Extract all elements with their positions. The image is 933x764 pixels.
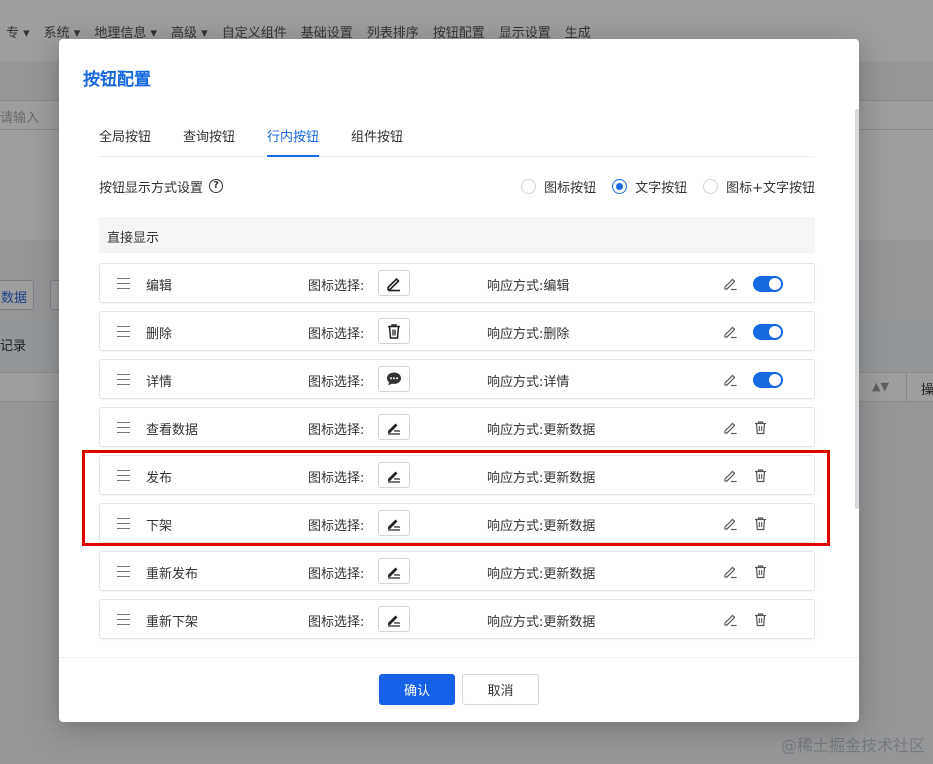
response-text: 响应方式:详情 — [487, 371, 569, 390]
confirm-button[interactable]: 确认 — [379, 674, 455, 705]
radio-icon-button[interactable]: 图标按钮 — [521, 177, 596, 196]
response-value: 详情 — [543, 375, 570, 390]
display-setting-label: 按钮显示方式设置 — [99, 180, 204, 196]
icon-select-button[interactable] — [378, 606, 410, 632]
edit-icon[interactable] — [723, 564, 738, 579]
radio-circle-icon[interactable] — [703, 178, 719, 194]
button-name: 详情 — [146, 375, 173, 390]
list-item: 重新发布 图标选择: 响应方式:更新数据 — [99, 551, 815, 591]
icon-select-button[interactable] — [378, 414, 410, 440]
icon-select-label: 图标选择: — [308, 423, 365, 438]
modal-footer: 确认 取消 — [59, 657, 859, 722]
edit-lines-icon — [388, 423, 400, 435]
cancel-button[interactable]: 取消 — [462, 674, 539, 705]
edit-icon[interactable] — [723, 612, 738, 627]
response-text: 响应方式:编辑 — [487, 275, 569, 294]
response-text: 响应方式:删除 — [487, 323, 569, 342]
tab-query-buttons[interactable]: 查询按钮 — [183, 123, 235, 157]
tab-bar: 全局按钮 查询按钮 行内按钮 组件按钮 — [99, 123, 815, 157]
icon-select-button[interactable] — [378, 366, 410, 392]
button-name: 重新下架 — [146, 615, 199, 630]
response-value: 更新数据 — [543, 567, 596, 582]
trash-icon[interactable] — [753, 564, 768, 579]
response-label: 响应方式: — [487, 327, 544, 342]
drag-handle-icon[interactable] — [117, 422, 130, 433]
response-label: 响应方式: — [487, 567, 544, 582]
enable-toggle[interactable] — [753, 276, 783, 292]
icon-select-label: 图标选择: — [308, 279, 365, 294]
edit-icon[interactable] — [723, 420, 738, 435]
enable-toggle[interactable] — [753, 324, 783, 340]
drag-handle-icon[interactable] — [117, 374, 130, 385]
list-item: 详情 图标选择: 响应方式:详情 — [99, 359, 815, 399]
display-setting-row: 按钮显示方式设置 ? 图标按钮 文字按钮 图标+文字按钮 — [99, 175, 815, 197]
icon-select-button[interactable] — [378, 318, 410, 344]
drag-handle-icon[interactable] — [117, 278, 130, 289]
tab-inline-buttons[interactable]: 行内按钮 — [267, 123, 320, 157]
display-setting-label-group: 按钮显示方式设置 ? — [99, 177, 224, 196]
radio-text-button[interactable]: 文字按钮 — [612, 177, 687, 196]
button-config-modal: 按钮配置 全局按钮 查询按钮 行内按钮 组件按钮 按钮显示方式设置 ? 图标按钮… — [59, 39, 859, 722]
help-icon[interactable]: ? — [209, 179, 224, 193]
response-value: 编辑 — [543, 279, 570, 294]
icon-select-label: 图标选择: — [308, 327, 365, 342]
list-item: 删除 图标选择: 响应方式:删除 — [99, 311, 815, 351]
enable-toggle[interactable] — [753, 372, 783, 388]
icon-select-label: 图标选择: — [308, 375, 365, 390]
response-label: 响应方式: — [487, 423, 544, 438]
button-name: 查看数据 — [146, 423, 199, 438]
response-value: 删除 — [543, 327, 570, 342]
edit-lines-icon — [388, 567, 400, 579]
button-name: 删除 — [146, 327, 173, 342]
tab-global-buttons[interactable]: 全局按钮 — [99, 123, 151, 157]
drag-handle-icon[interactable] — [117, 614, 130, 625]
button-name: 编辑 — [146, 279, 173, 294]
modal-title: 按钮配置 — [83, 70, 151, 90]
display-mode-radio-group: 图标按钮 文字按钮 图标+文字按钮 — [521, 177, 815, 196]
response-label: 响应方式: — [487, 615, 544, 630]
tab-component-buttons[interactable]: 组件按钮 — [351, 123, 403, 157]
icon-select-button[interactable] — [378, 270, 410, 296]
trash-icon[interactable] — [753, 420, 768, 435]
icon-select-label: 图标选择: — [308, 567, 365, 582]
response-text: 响应方式:更新数据 — [487, 419, 595, 438]
trash-icon — [388, 324, 400, 339]
response-label: 响应方式: — [487, 279, 544, 294]
button-name: 重新发布 — [146, 567, 199, 582]
radio-label: 图标按钮 — [544, 180, 597, 196]
chat-bubble-icon — [387, 372, 401, 386]
radio-circle-icon[interactable] — [521, 178, 537, 194]
list-item: 查看数据 图标选择: 响应方式:更新数据 — [99, 407, 815, 447]
edit-lines-icon — [388, 615, 400, 627]
edit-icon[interactable] — [723, 324, 738, 339]
modal-scrollbar[interactable] — [855, 109, 859, 509]
radio-icon-text-button[interactable]: 图标+文字按钮 — [703, 177, 815, 196]
response-text: 响应方式:更新数据 — [487, 563, 595, 582]
response-text: 响应方式:更新数据 — [487, 611, 595, 630]
pencil-icon — [387, 277, 400, 292]
response-value: 更新数据 — [543, 423, 596, 438]
drag-handle-icon[interactable] — [117, 326, 130, 337]
radio-circle-icon[interactable] — [612, 178, 628, 194]
icon-select-label: 图标选择: — [308, 615, 365, 630]
trash-icon[interactable] — [753, 612, 768, 627]
edit-icon[interactable] — [723, 372, 738, 387]
edit-icon[interactable] — [723, 276, 738, 291]
drag-handle-icon[interactable] — [117, 566, 130, 577]
section-header-direct-display: 直接显示 — [99, 217, 815, 253]
response-label: 响应方式: — [487, 375, 544, 390]
radio-label: 文字按钮 — [635, 180, 688, 196]
list-item: 重新下架 图标选择: 响应方式:更新数据 — [99, 599, 815, 639]
response-value: 更新数据 — [543, 615, 596, 630]
list-item: 编辑 图标选择: 响应方式:编辑 — [99, 263, 815, 303]
icon-select-button[interactable] — [378, 558, 410, 584]
radio-label: 图标+文字按钮 — [726, 180, 815, 196]
highlight-annotation-box — [82, 450, 830, 546]
